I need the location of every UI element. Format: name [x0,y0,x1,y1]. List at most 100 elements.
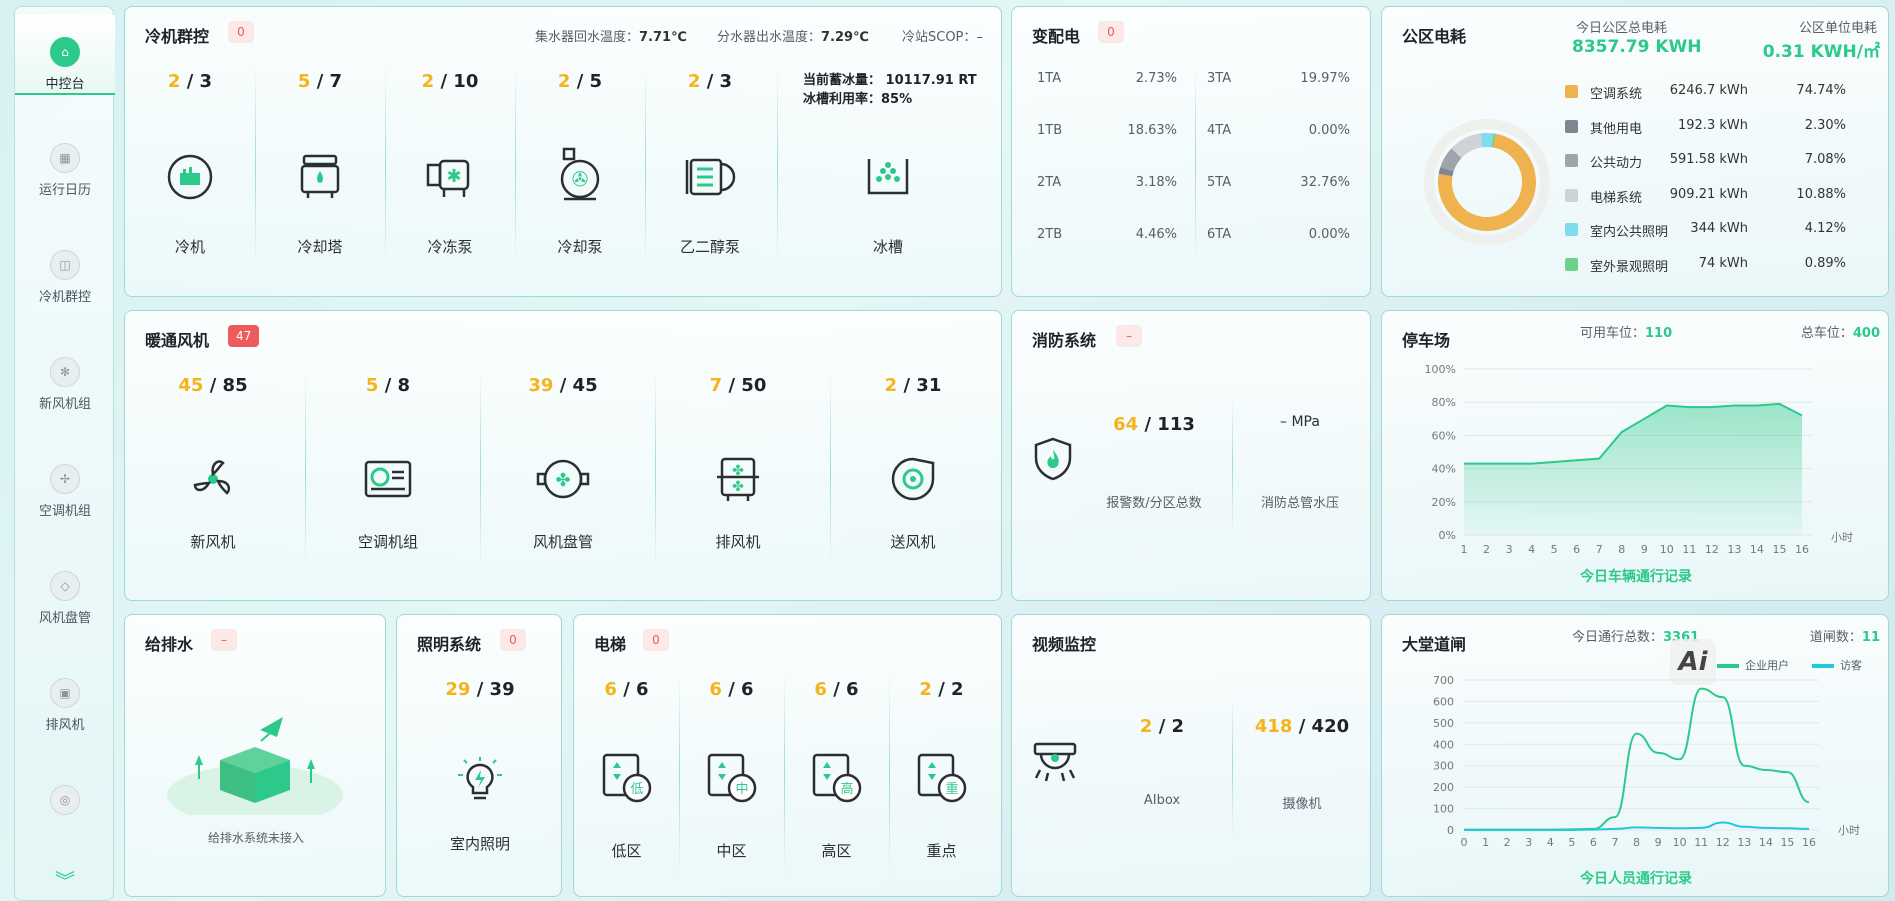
elevator-icon: 重 [914,750,970,806]
legend-swatch [1565,119,1578,133]
chiller-icon [155,147,225,207]
divider [1232,396,1233,536]
legend-kwh: 74 kWh [1698,255,1748,271]
elevator-ratio: 6 / 6 [814,679,859,700]
sidebar-item-calendar[interactable]: ▦ 运行日历 [15,121,115,201]
sidebar-item-chiller[interactable]: ◫ 冷机群控 [15,228,115,308]
sidebar-item-ac[interactable]: ✢ 空调机组 [15,442,115,522]
x-tick-label: 12 [1705,543,1719,556]
fan-coil-icon: ✤ [528,449,598,509]
lighting-badge: 0 [500,629,526,651]
svg-text:中: 中 [735,782,748,797]
water-panel: 给排水 – 给排水系统未接入 [124,614,386,897]
y-tick-label: 0 [1447,824,1454,837]
fire-pressure-label: 消防总管水压 [1260,496,1339,511]
fire-alarm-ratio: 64 / 113 [1113,414,1195,435]
supply-fan-ratio: 2 / 31 [884,375,942,396]
sidebar-item-label: 新风机组 [38,397,91,412]
power-row-value: 4.46% [1135,227,1177,242]
supply-fan-icon [878,449,948,509]
divider [1195,62,1196,262]
x-tick-label: 7 [1596,543,1603,556]
y-tick-label: 600 [1433,695,1454,708]
supply-temp: 分水器出水温度：7.29℃ [717,30,869,45]
elevator-icon: 低 [599,750,655,806]
legend-pct: 74.74% [1796,83,1846,98]
hvac-panel: 暖通风机 47 45 / 85 新风机 5 / 8 空调机组 39 / 45 ✤… [124,310,1002,601]
legend-name: 电梯系统 [1590,190,1643,206]
ac-unit-label: 空调机组 [357,533,418,551]
lobby-panel: 大堂道闸 今日通行总数：3361 道闸数：11 Ai 企业用户 访客 0 100 2… [1381,614,1889,897]
power-row-value: 19.97% [1300,71,1350,86]
legend-kwh: 344 kWh [1690,221,1748,236]
power-title: 变配电 [1032,27,1081,46]
legend-kwh: 6246.7 kWh [1669,83,1748,98]
lobby-gates: 道闸数：11 [1809,630,1880,645]
legend-swatch [1565,154,1578,167]
y-tick-label: 400 [1433,738,1454,751]
water-title: 给排水 [145,635,194,654]
cooling-tower-label: 冷却塔 [297,238,343,256]
camera-icon [1032,740,1078,784]
x-tick-label: 16 [1795,543,1809,556]
ac-unit-ratio: 5 / 8 [365,375,411,396]
y-tick-label: 300 [1433,760,1454,773]
scop: 冷站SCOP：– [902,30,983,45]
x-tick-label: 12 [1716,836,1730,849]
exhaust-fan-ratio: 7 / 50 [709,375,767,396]
legend-name: 空调系统 [1590,87,1643,102]
sidebar-item-exhaust[interactable]: ▣ 排风机 [15,656,115,736]
y-tick-label: 500 [1433,717,1454,730]
x-tick-label: 4 [1528,543,1535,556]
cooling-pump-label: 冷却泵 [557,238,603,256]
sidebar-item-fresh-air[interactable]: ✻ 新风机组 [15,335,115,415]
expand-icon[interactable]: ︾ [15,865,115,894]
sidebar-item-label: 运行日历 [38,183,91,198]
elevator-label: 低区 [611,842,642,860]
sidebar-item-more[interactable]: ◎ [15,763,115,843]
x-axis-unit: 小时 [1831,531,1853,544]
elevator-ratio: 6 / 6 [604,679,649,700]
legend-swatch [1565,257,1578,271]
svg-text:✤: ✤ [732,479,744,495]
legend-kwh: 909.21 kWh [1669,186,1748,202]
svg-text:高: 高 [840,781,853,797]
elevator-ratio: 2 / 2 [919,679,964,700]
ac-unit-icon [353,449,423,509]
parking-chart: 0%20%40%60%80%100%1 2 3 4 5 6 7 8 9 10 11 12 13 14 15 1… [1425,363,1853,556]
power-row-name: 2TB [1037,227,1063,242]
fresh-air-fan-icon [178,449,248,509]
svg-text:✱: ✱ [446,166,461,187]
sidebar-item-dashboard[interactable]: ⌂ 中控台 [15,15,115,95]
energy-panel: 公区电耗 今日公区总电耗 8357.79 KWH 公区单位电耗 0.31 KWH… [1381,6,1889,297]
cooling-tower-icon [285,147,355,207]
parking-available: 可用车位：110 [1580,326,1673,341]
svg-text:重: 重 [945,781,958,797]
chiller-icon: ◫ [50,250,80,280]
fire-alarm-label: 报警数/分区总数 [1106,496,1202,511]
power-badge: 0 [1098,21,1124,43]
power-row-value: 18.63% [1127,123,1177,138]
svg-text:✤: ✤ [732,463,744,479]
elevator-title: 电梯 [594,635,627,654]
light-bulb-icon [445,750,515,810]
dashboard-icon: ⌂ [50,37,80,67]
cooling-pump-icon: ✇ [545,143,615,207]
ac-icon: ✢ [50,464,80,494]
divider [515,67,516,267]
sidebar-item-label: 中控台 [45,77,85,92]
lobby-title: 大堂道闸 [1402,635,1467,654]
svg-text:✇: ✇ [572,167,589,191]
parking-title: 停车场 [1402,331,1451,350]
sidebar: ⌂ 中控台 ▦ 运行日历 ◫ 冷机群控 ✻ 新风机组 ✢ 空调机组 ◇ 风机盘管 ▣ 排风机 … [14,6,115,901]
camera-ratio: 418 / 420 [1254,716,1350,737]
coil-icon: ◇ [50,571,80,601]
x-tick-label: 15 [1772,543,1786,556]
sidebar-item-coil[interactable]: ◇ 风机盘管 [15,549,115,629]
elevator-label: 重点 [926,842,957,860]
fresh-air-label: 新风机 [190,533,236,551]
fire-shield-icon [1032,436,1074,482]
chiller-label: 冷机 [174,238,205,256]
water-note: 给排水系统未接入 [207,831,304,845]
chilled-pump-icon: ✱ [415,147,485,207]
